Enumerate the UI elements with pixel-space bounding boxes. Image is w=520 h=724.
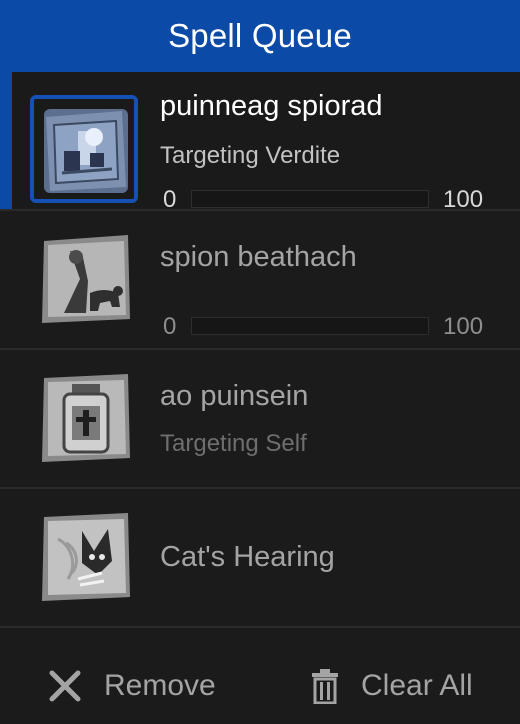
header-bar: Spell Queue — [0, 0, 520, 72]
beast-spy-icon — [42, 235, 130, 323]
spell-icon — [38, 509, 134, 605]
cast-progress-bar — [191, 317, 429, 335]
progress-min-label: 0 — [163, 186, 177, 213]
spell-target: Targeting Self — [160, 430, 307, 457]
footer-toolbar: Remove Clear All — [0, 647, 520, 724]
spell-icon-frame — [30, 95, 138, 203]
trash-icon — [312, 668, 338, 704]
antidote-jar-icon — [42, 374, 130, 462]
spell-icon — [38, 231, 134, 327]
queue-item-ao-puinsein[interactable]: ao puinsein Targeting Self — [0, 350, 520, 489]
progress-max-label: 100 — [443, 313, 484, 340]
cast-progress-bar — [191, 190, 429, 208]
cat-hearing-icon — [42, 513, 130, 601]
queue-item-cats-hearing[interactable]: Cat's Hearing — [0, 489, 520, 628]
selection-indicator — [0, 72, 12, 209]
page-title: Spell Queue — [168, 17, 352, 54]
spell-queue-list: puinneag spiorad Targeting Verdite 0 100 — [0, 72, 520, 628]
spell-name: puinneag spiorad — [160, 90, 383, 122]
queue-item-spion-beathach[interactable]: spion beathach 0 100 — [0, 211, 520, 350]
close-icon — [49, 670, 81, 701]
spell-name: ao puinsein — [160, 380, 309, 412]
spirit-window-icon — [44, 109, 128, 193]
spell-name: Cat's Hearing — [160, 541, 335, 573]
remove-button[interactable]: Remove — [48, 647, 216, 724]
spell-queue-window: Spell Queue puinneag spiorad Targeting V… — [0, 0, 520, 724]
progress-max-label: 100 — [443, 186, 484, 213]
remove-label: Remove — [104, 668, 216, 702]
spell-icon — [38, 370, 134, 466]
spell-name: spion beathach — [160, 241, 357, 273]
clear-all-button[interactable]: Clear All — [311, 647, 473, 724]
queue-item-puinneag-spiorad[interactable]: puinneag spiorad Targeting Verdite 0 100 — [0, 72, 520, 213]
clear-all-label: Clear All — [361, 668, 473, 702]
progress-min-label: 0 — [163, 313, 177, 340]
spell-target: Targeting Verdite — [160, 142, 341, 169]
